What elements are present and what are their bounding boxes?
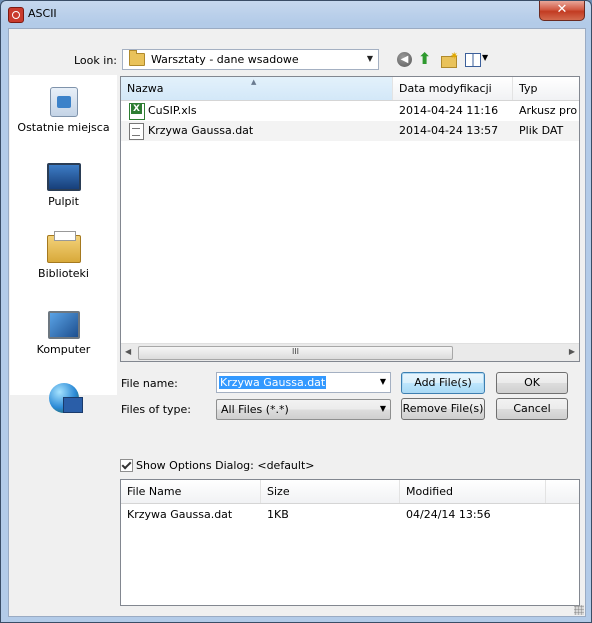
chevron-down-icon[interactable]: ▼ [367,54,373,63]
show-options-checkbox[interactable] [120,459,133,472]
look-in-dropdown[interactable]: Warsztaty - dane wsadowe ▼ [122,49,379,70]
scroll-left-icon[interactable]: ◀ [125,347,131,356]
file-type-dropdown[interactable]: All Files (*.*) ▼ [216,399,391,420]
place-network[interactable] [10,383,117,413]
place-label: Pulpit [48,195,79,208]
selected-file-row[interactable]: Krzywa Gaussa.dat 1KB 04/24/14 13:56 [121,508,579,524]
dat-file-icon [129,123,144,140]
desktop-icon [46,163,81,191]
column-header-name[interactable]: ▲ Nazwa [121,77,393,100]
horizontal-scrollbar[interactable]: ◀ III ▶ [121,343,579,361]
new-folder-icon[interactable]: ✷ [440,51,458,68]
column-header-size[interactable]: Size [261,480,400,503]
recent-places-icon [49,87,78,117]
back-icon[interactable]: ◀ [397,52,412,67]
excel-file-icon [129,103,145,120]
place-label: Ostatnie miejsca [17,121,110,134]
computer-icon [47,311,80,339]
show-options-label[interactable]: Show Options Dialog: <default> [136,459,315,472]
file-type-value: All Files (*.*) [221,403,289,416]
file-name: Krzywa Gaussa.dat [148,124,254,137]
file-type: Arkusz pro [519,104,578,117]
look-in-value: Warsztaty - dane wsadowe [151,53,299,66]
cancel-button[interactable]: Cancel [496,398,568,420]
chevron-down-icon[interactable]: ▼ [380,377,386,386]
folder-icon [129,50,145,66]
place-recent[interactable]: Ostatnie miejsca [10,87,117,135]
libraries-icon [46,231,81,263]
file-name-value: Krzywa Gaussa.dat [219,376,327,389]
resize-grip[interactable] [574,605,584,615]
up-folder-icon[interactable]: ⬆ [418,51,436,68]
file-name-input[interactable]: Krzywa Gaussa.dat ▼ [216,372,391,393]
title-bar[interactable]: ASCII ✕ [1,1,591,27]
look-in-label: Look in: [74,54,117,67]
place-desktop[interactable]: Pulpit [10,163,117,209]
place-label: Komputer [36,343,91,356]
file-date: 2014-04-24 13:57 [399,124,499,137]
selected-files-header: File Name Size Modified [121,480,579,504]
file-list[interactable]: ▲ Nazwa Data modyfikacji Typ CuSIP.xls 2… [120,76,580,362]
views-menu-icon[interactable]: ▼ [465,51,491,68]
remove-files-button[interactable]: Remove File(s) [401,398,485,420]
network-icon [48,383,83,413]
file-list-header: ▲ Nazwa Data modyfikacji Typ [121,77,579,101]
window-title: ASCII [28,7,57,20]
scroll-right-icon[interactable]: ▶ [569,347,575,356]
file-name: CuSIP.xls [148,104,197,117]
sort-ascending-icon: ▲ [251,78,257,86]
selected-file-size: 1KB [267,508,289,521]
file-name-label: File name: [121,377,178,390]
ascii-import-dialog: ASCII ✕ Look in: Warsztaty - dane wsadow… [0,0,592,623]
selected-file-name: Krzywa Gaussa.dat [127,508,233,521]
add-files-button[interactable]: Add File(s) [401,372,485,394]
place-computer[interactable]: Komputer [10,311,117,357]
scrollbar-thumb[interactable]: III [138,346,453,360]
file-date: 2014-04-24 11:16 [399,104,499,117]
file-row[interactable]: CuSIP.xls 2014-04-24 11:16 Arkusz pro [121,101,579,121]
selected-file-modified: 04/24/14 13:56 [406,508,491,521]
place-label: Biblioteki [38,267,89,280]
chevron-down-icon[interactable]: ▼ [380,404,386,413]
file-row[interactable]: Krzywa Gaussa.dat 2014-04-24 13:57 Plik … [121,121,579,141]
column-header-date[interactable]: Data modyfikacji [393,77,513,100]
ok-button[interactable]: OK [496,372,568,394]
file-type-label: Files of type: [121,403,192,416]
close-button[interactable]: ✕ [539,1,585,21]
places-bar: Ostatnie miejsca Pulpit Biblioteki Kompu… [10,75,117,413]
place-libraries[interactable]: Biblioteki [10,231,117,281]
column-header-modified[interactable]: Modified [400,480,546,503]
selected-files-list[interactable]: File Name Size Modified Krzywa Gaussa.da… [120,479,580,606]
file-type: Plik DAT [519,124,564,137]
dialog-client-area: Look in: Warsztaty - dane wsadowe ▼ ◀ ⬆ … [8,28,586,617]
column-header-type[interactable]: Typ [513,77,579,100]
column-header-file-name[interactable]: File Name [121,480,261,503]
app-icon [8,7,24,23]
